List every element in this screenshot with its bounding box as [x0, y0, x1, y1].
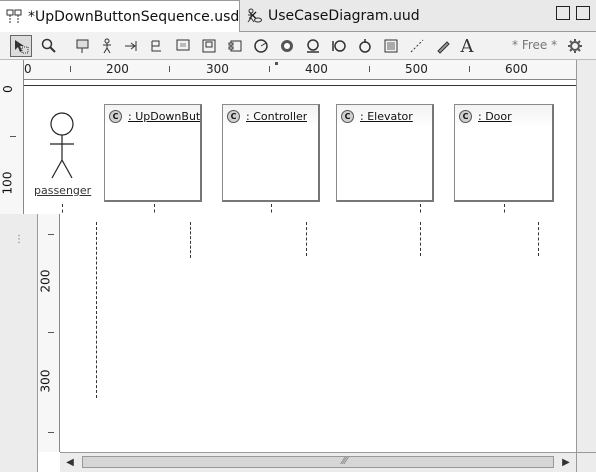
ruler-label: 500 — [405, 62, 428, 76]
create-message-tool-icon[interactable] — [250, 35, 272, 57]
alt-fragment-tool-icon[interactable] — [328, 35, 350, 57]
ruler-tick — [48, 234, 54, 235]
lifeline-name: : UpDownButton — [128, 109, 200, 123]
ruler-tick — [70, 66, 71, 72]
actor-label: passenger — [34, 184, 92, 197]
lifeline-header: C : Controller — [223, 105, 318, 127]
lifeline-door[interactable]: C : Door — [454, 104, 554, 202]
class-icon: C — [341, 109, 354, 123]
ruler-label: 200 — [38, 269, 53, 293]
lifeline-name: : Controller — [246, 109, 308, 123]
lifeline-header: C : UpDownButton — [105, 105, 200, 127]
lifeline-name: : Door — [478, 109, 512, 123]
class-icon: C — [459, 109, 472, 123]
minimize-editor-icon[interactable] — [556, 6, 570, 20]
return-message-tool-icon[interactable] — [146, 35, 168, 57]
message-tool-icon[interactable] — [120, 35, 142, 57]
ruler-label: 200 — [106, 62, 129, 76]
loop-tool-icon[interactable] — [302, 35, 324, 57]
ruler-label: 0 — [24, 62, 32, 76]
scroll-grip-icon: ⁄⁄⁄ — [342, 456, 348, 467]
diagram-frame-border — [24, 85, 576, 86]
ruler-label: 300 — [38, 369, 53, 393]
maximize-editor-icon[interactable] — [576, 6, 590, 20]
ruler-tick — [469, 66, 470, 72]
scroll-left-icon[interactable]: ◀ — [63, 455, 77, 469]
tab-label: *UpDownButtonSequence.usd — [28, 8, 240, 25]
frame-tool-icon[interactable] — [380, 35, 402, 57]
lifeline-dashed — [306, 222, 307, 256]
ruler-tick — [269, 66, 270, 72]
vertical-ruler-lower: 200 300 — [38, 214, 60, 452]
actor-lifeline — [96, 222, 97, 398]
ruler-tick — [10, 136, 16, 137]
lifeline-dashed — [190, 222, 191, 258]
tab-label: UseCaseDiagram.uud — [268, 8, 420, 24]
horizontal-scrollbar[interactable]: ◀ ⁄⁄⁄ ▶ — [60, 452, 576, 472]
actor-tool-icon[interactable] — [96, 35, 118, 57]
note-tool-icon[interactable] — [72, 35, 94, 57]
tab-updownbuttonsequence[interactable]: *UpDownButtonSequence.usd ✕ — [0, 0, 258, 32]
lifeline-controller[interactable]: C : Controller — [222, 104, 320, 202]
text-tool-icon[interactable]: A — [456, 35, 478, 57]
class-icon: C — [109, 109, 122, 123]
ruler-label: 100 — [0, 171, 15, 195]
usecase-diagram-icon — [246, 8, 262, 24]
horizontal-ruler: 0 200 300 400 500 600 — [24, 60, 576, 80]
scroll-thumb[interactable] — [82, 456, 554, 468]
scroll-corner — [576, 452, 596, 472]
lifeline-dashed — [538, 222, 539, 256]
ruler-label: 600 — [505, 62, 528, 76]
reply-tool-icon[interactable] — [354, 35, 376, 57]
free-label: * Free * — [512, 38, 558, 52]
scroll-right-icon[interactable]: ▶ — [559, 455, 573, 469]
lifeline-header: C : Elevator — [337, 105, 432, 127]
lifeline-tool-icon[interactable] — [172, 35, 194, 57]
lifeline-elevator[interactable]: C : Elevator — [336, 104, 434, 202]
component-tool-icon[interactable] — [224, 35, 246, 57]
class-icon: C — [227, 109, 240, 123]
vertical-scrollbar[interactable] — [576, 60, 596, 452]
splitter-grip-icon: ⋮ — [14, 234, 24, 245]
lifeline-dashed — [420, 222, 421, 256]
ruler-marker — [275, 62, 278, 65]
pen-tool-icon[interactable] — [432, 35, 454, 57]
editor-tab-bar: *UpDownButtonSequence.usd ✕ UseCaseDiagr… — [0, 0, 596, 32]
select-tool-icon[interactable] — [10, 35, 32, 57]
destroy-tool-icon[interactable] — [276, 35, 298, 57]
ruler-tick — [169, 66, 170, 72]
object-tool-icon[interactable] — [198, 35, 220, 57]
lifeline-name: : Elevator — [360, 109, 413, 123]
ruler-tick — [48, 432, 54, 433]
actor-icon[interactable] — [44, 110, 84, 182]
ruler-tick — [369, 66, 370, 72]
dashed-link-tool-icon[interactable] — [406, 35, 428, 57]
canvas-lower[interactable] — [60, 214, 576, 452]
ruler-label: 300 — [206, 62, 229, 76]
ruler-label: 400 — [305, 62, 328, 76]
ruler-label: 0 — [0, 85, 15, 93]
left-splitter[interactable]: ⋮ — [0, 214, 38, 472]
ruler-tick — [48, 332, 54, 333]
palette-toolbar: A * Free * — [0, 32, 596, 60]
zoom-tool-icon[interactable] — [38, 35, 60, 57]
sequence-diagram-icon — [6, 9, 22, 25]
lifeline-updownbutton[interactable]: C : UpDownButton — [104, 104, 202, 202]
tab-usecasediagram[interactable]: UseCaseDiagram.uud — [240, 0, 420, 32]
gear-icon[interactable] — [564, 35, 586, 57]
lifeline-header: C : Door — [455, 105, 552, 127]
